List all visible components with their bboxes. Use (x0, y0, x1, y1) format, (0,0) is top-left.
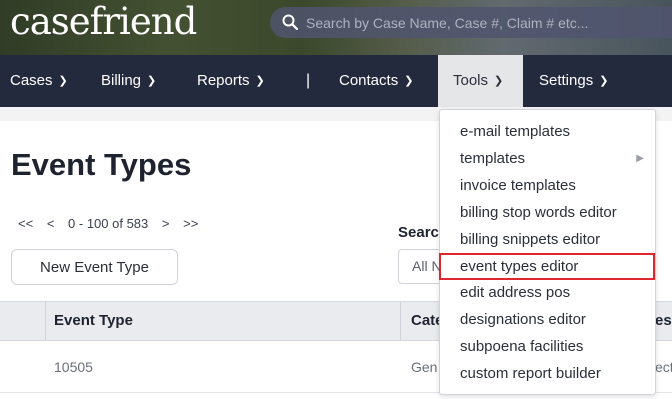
menu-item-event-types-editor[interactable]: event types editor (440, 253, 655, 280)
nav-billing[interactable]: Billing ❯ (101, 55, 156, 107)
menu-item-subpoena-facilities[interactable]: subpoena facilities (440, 333, 655, 360)
nav-reports[interactable]: Reports ❯ (197, 55, 265, 107)
chevron-down-icon: ❯ (255, 75, 265, 87)
nav-cases-label: Cases (10, 72, 53, 89)
menu-item-templates[interactable]: templates ▶ (440, 145, 655, 172)
menu-item-edit-address-pos[interactable]: edit address pos (440, 279, 655, 306)
menu-item-invoice-templates[interactable]: invoice templates (440, 172, 655, 199)
nav-contacts[interactable]: Contacts ❯ (339, 55, 413, 107)
pager-next[interactable]: > (162, 216, 170, 231)
nav-tools[interactable]: Tools ❯ (438, 55, 523, 107)
nav-contacts-label: Contacts (339, 72, 399, 89)
cell-category: Gen (411, 359, 438, 375)
menu-item-templates-label: templates (460, 150, 526, 167)
search-icon (282, 14, 298, 30)
cell-event-type: 10505 (54, 359, 93, 375)
pager-first[interactable]: << (18, 216, 33, 231)
chevron-right-icon: ▶ (636, 153, 644, 164)
column-divider (45, 302, 46, 340)
column-divider (400, 302, 401, 340)
app-logo[interactable]: casefriend (10, 0, 197, 44)
menu-item-custom-report-builder[interactable]: custom report builder (440, 360, 655, 387)
nav-reports-label: Reports (197, 72, 250, 89)
search-input[interactable] (306, 7, 672, 38)
menu-item-billing-stop-words-editor[interactable]: billing stop words editor (440, 199, 655, 226)
tools-dropdown-menu: e-mail templates templates ▶ invoice tem… (439, 109, 656, 395)
nav-billing-label: Billing (101, 72, 142, 89)
pager-range: 0 - 100 of 583 (68, 216, 149, 231)
header-event-type[interactable]: Event Type (54, 302, 133, 340)
page-title: Event Types (11, 147, 192, 182)
global-search[interactable] (270, 7, 672, 38)
chevron-down-icon: ❯ (58, 75, 68, 87)
chevron-down-icon: ❯ (599, 75, 609, 87)
header-description[interactable]: esc (655, 302, 672, 340)
chevron-down-icon: ❯ (147, 75, 157, 87)
nav-separator: | (306, 72, 311, 89)
nav-settings[interactable]: Settings ❯ (539, 55, 608, 107)
nav-tools-label: Tools (453, 72, 489, 89)
pager: << < 0 - 100 of 583 > >> (18, 216, 208, 231)
search-label: Searc (398, 224, 439, 241)
menu-item-designations-editor[interactable]: designations editor (440, 306, 655, 333)
menu-item-email-templates[interactable]: e-mail templates (440, 118, 655, 145)
cell-description: ecti (655, 359, 672, 375)
chevron-down-icon: ❯ (494, 75, 504, 87)
header-banner: casefriend (0, 0, 672, 55)
chevron-down-icon: ❯ (404, 75, 414, 87)
menu-item-billing-snippets-editor[interactable]: billing snippets editor (440, 226, 655, 253)
pager-prev[interactable]: < (47, 216, 55, 231)
nav-cases[interactable]: Cases ❯ (10, 55, 68, 107)
pager-last[interactable]: >> (183, 216, 198, 231)
nav-settings-label: Settings (539, 72, 594, 89)
main-nav: Cases ❯ Billing ❯ Reports ❯ | Contacts ❯ Too… (0, 55, 672, 107)
new-event-type-button[interactable]: New Event Type (11, 249, 178, 285)
